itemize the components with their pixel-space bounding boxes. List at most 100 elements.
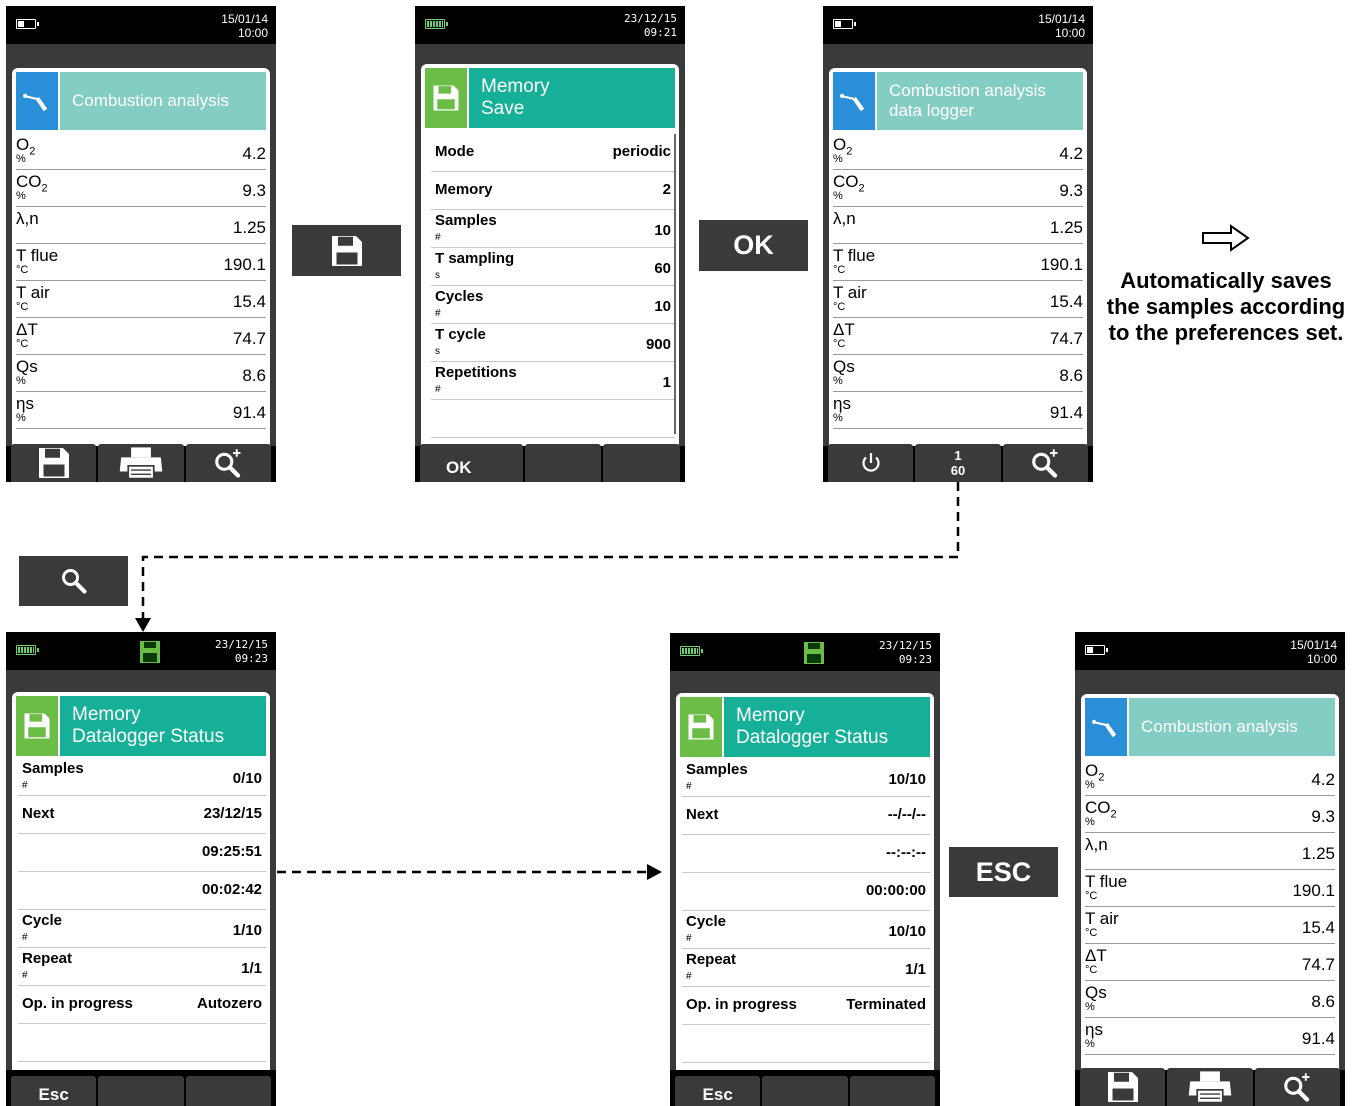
clock: 23/12/15 09:23 <box>215 638 268 666</box>
empty-row <box>18 1062 266 1070</box>
status-label: Cycle <box>22 912 63 929</box>
measure-unit: °C <box>1085 964 1098 976</box>
time: 10:00 <box>1306 652 1337 666</box>
status-value: 00:00:00 <box>865 882 926 899</box>
esc-button[interactable]: Esc <box>675 1076 761 1106</box>
status-value: 00:02:42 <box>201 881 262 898</box>
screen-title-line2: Datalogger Status <box>736 727 889 748</box>
status-label: Cycle <box>686 913 727 930</box>
status-label: Next <box>22 805 55 822</box>
measure-row: Qs% 8.6 <box>1085 980 1335 1018</box>
measure-row: T air °C 15.4 <box>1085 906 1335 944</box>
clock: 15/01/14 10:00 <box>1290 638 1337 666</box>
status-bar: 23/12/15 09:23 <box>6 632 276 670</box>
status-row: --:--:-- <box>682 835 930 873</box>
measure-value: 74.7 <box>1301 955 1335 974</box>
softkey-bar: Esc <box>670 1076 940 1106</box>
screen-panel: Memory Datalogger Status Samples #0/10 Nex… <box>12 692 270 1070</box>
status-label: Repeat <box>22 950 73 967</box>
zoom-icon <box>1282 1072 1312 1102</box>
screen-header: Memory Datalogger Status <box>16 696 266 756</box>
time: 09:23 <box>898 653 932 666</box>
zoom-button[interactable] <box>1254 1068 1340 1106</box>
probe-icon <box>1085 698 1127 756</box>
softkey-blank[interactable] <box>762 1076 848 1106</box>
zoom-icon <box>60 567 88 595</box>
status-row: Op. in progress Terminated <box>682 987 930 1025</box>
measure-label: ηs <box>1085 1020 1103 1039</box>
status-unit: # <box>686 781 692 792</box>
screen-frame: Combustion analysis O2% 4.2 CO2% 9.3 λ,n 1.… <box>1075 670 1345 1070</box>
screen-title-line1: Memory <box>72 704 141 725</box>
status-value: 1/1 <box>241 960 262 977</box>
screen-frame: Memory Datalogger Status Samples #10/10 Ne… <box>670 671 940 1070</box>
status-value: Autozero <box>197 995 262 1012</box>
measure-row: ΔT °C 74.7 <box>1085 943 1335 981</box>
print-button[interactable] <box>1167 1068 1253 1106</box>
memory-active-icon <box>140 641 160 663</box>
status-row: 00:00:00 <box>682 873 930 911</box>
screen-frame: Memory Datalogger Status Samples #0/10 Nex… <box>6 670 276 1070</box>
esc-key[interactable]: ESC <box>949 847 1058 897</box>
status-label: Op. in progress <box>22 995 133 1012</box>
measure-value: 4.2 <box>1311 770 1335 789</box>
battery-icon <box>680 646 703 656</box>
status-row: Samples #10/10 <box>682 759 930 797</box>
status-value: 23/12/15 <box>203 805 262 822</box>
device-screen-combustion-analysis-return: 15/01/14 10:00 Combustion analysis O2% 4.2… <box>1075 632 1345 1106</box>
screen-panel: Memory Datalogger Status Samples #10/10 Ne… <box>676 693 934 1070</box>
empty-row <box>682 1025 930 1063</box>
measure-unit: % <box>1085 1001 1095 1013</box>
status-label: Next <box>686 806 719 823</box>
measure-row: λ,n 1.25 <box>1085 832 1335 870</box>
status-bar: 23/12/15 09:23 <box>670 633 940 671</box>
screen-panel: Combustion analysis O2% 4.2 CO2% 9.3 λ,n 1.… <box>1081 694 1339 1070</box>
clock: 23/12/15 09:23 <box>879 639 932 667</box>
status-label: Samples <box>686 761 748 778</box>
softkey-blank[interactable] <box>98 1076 184 1106</box>
memory-active-icon <box>804 642 824 664</box>
status-row: Next --/--/-- <box>682 797 930 835</box>
empty-row <box>682 1063 930 1070</box>
save-icon <box>16 696 58 756</box>
printer-icon <box>1186 1070 1234 1104</box>
device-screen-datalogger-status-terminated: 23/12/15 09:23 Memory Datalogger Status Sa… <box>670 633 940 1106</box>
date: 23/12/15 <box>879 639 932 652</box>
save-button[interactable] <box>1080 1068 1166 1106</box>
status-row: Op. in progress Autozero <box>18 986 266 1024</box>
status-row: 00:02:42 <box>18 872 266 910</box>
status-unit: # <box>686 933 692 944</box>
status-value: 09:25:51 <box>201 843 262 860</box>
measure-row: O2% 4.2 <box>1085 758 1335 796</box>
status-row: Repeat #1/1 <box>682 949 930 987</box>
measure-unit: °C <box>1085 890 1098 902</box>
esc-button[interactable]: Esc <box>11 1076 97 1106</box>
status-unit: # <box>22 970 28 981</box>
zoom-key[interactable] <box>19 556 128 606</box>
status-value: 1/10 <box>232 922 262 939</box>
status-row: Repeat #1/1 <box>18 948 266 986</box>
date: 23/12/15 <box>215 638 268 651</box>
measure-label: λ,n <box>1085 835 1108 854</box>
status-value: 10/10 <box>888 923 926 940</box>
measure-unit: % <box>1085 816 1095 828</box>
softkey-blank[interactable] <box>849 1076 935 1106</box>
status-row: Samples #0/10 <box>18 758 266 796</box>
status-label: Repeat <box>686 951 737 968</box>
date: 15/01/14 <box>1290 638 1337 652</box>
status-row: Cycle #10/10 <box>682 911 930 949</box>
status-value: --/--/-- <box>887 806 926 823</box>
status-value: 0/10 <box>232 770 262 787</box>
status-value: 10/10 <box>888 771 926 788</box>
measure-label: T flue <box>1085 872 1128 891</box>
measure-row: CO2% 9.3 <box>1085 795 1335 833</box>
status-unit: # <box>22 780 28 791</box>
screen-title: Combustion analysis <box>1141 717 1298 736</box>
measure-label: Qs <box>1085 983 1107 1002</box>
measure-value: 9.3 <box>1311 807 1335 826</box>
softkey-blank[interactable] <box>185 1076 271 1106</box>
status-label: Op. in progress <box>686 996 797 1013</box>
empty-row <box>18 1024 266 1062</box>
softkey-bar <box>1075 1068 1345 1106</box>
measure-unit: % <box>1085 779 1095 791</box>
